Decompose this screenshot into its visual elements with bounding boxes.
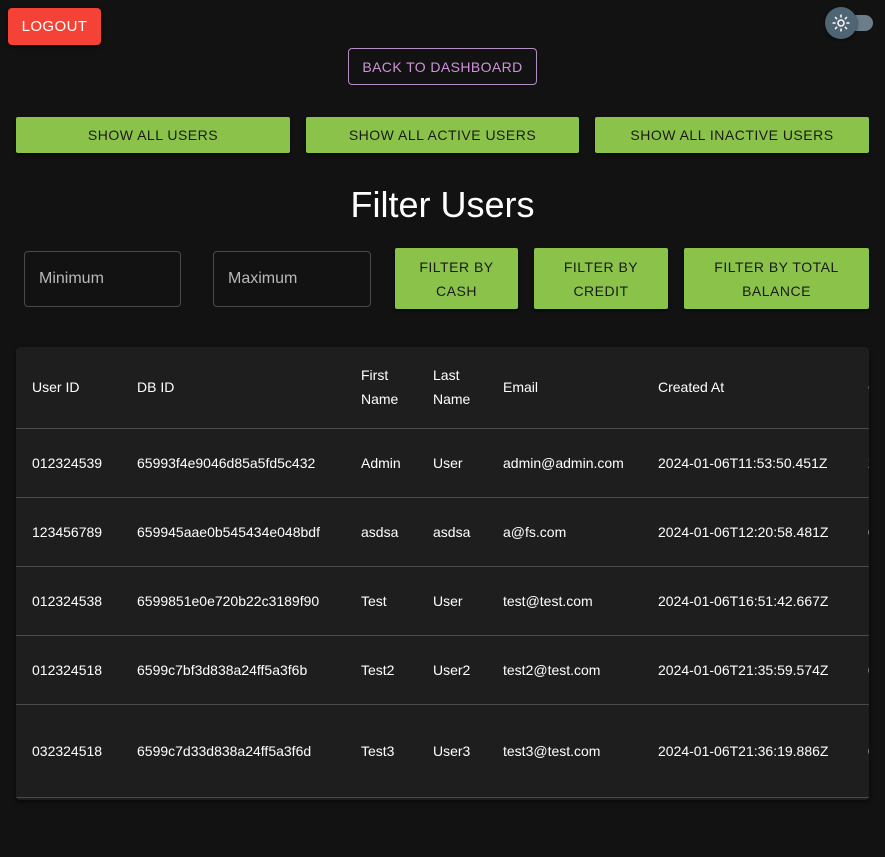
- column-header: Email: [487, 347, 642, 429]
- back-to-dashboard-button[interactable]: BACK TO DASHBOARD: [348, 48, 537, 85]
- last-name-cell: asdsa: [417, 497, 487, 567]
- last-name-cell: User: [417, 566, 487, 636]
- table-row[interactable]: 032324518 6599c7d33d838a24ff5a3f6d Test3…: [16, 704, 869, 798]
- db-id-cell: 6599c7bf3d838a24ff5a3f6b: [121, 635, 345, 705]
- minimum-placeholder: Minimum: [39, 270, 104, 287]
- db-id-cell: 659945aae0b545434e048bdf: [121, 497, 345, 567]
- db-id-cell: 6599851e0e720b22c3189f90: [121, 566, 345, 636]
- show-inactive-users-button[interactable]: SHOW ALL INACTIVE USERS: [595, 117, 869, 153]
- db-id-cell: 6599c7d33d838a24ff5a3f6d: [121, 704, 345, 798]
- created-at-cell: 2024-01-06T12:20:58.481Z: [642, 497, 852, 567]
- extra-cell: 0: [852, 497, 869, 567]
- table-header-row: User ID DB ID First Name Last Name Email…: [16, 347, 869, 429]
- first-name-cell: Test: [345, 566, 417, 636]
- column-header: Last Name: [417, 347, 487, 429]
- created-at-cell: 2024-01-06T21:36:19.886Z: [642, 704, 852, 798]
- created-at-cell: 2024-01-06T11:53:50.451Z: [642, 428, 852, 498]
- table-row[interactable]: 012324539 65993f4e9046d85a5fd5c432 Admin…: [16, 428, 869, 498]
- filter-by-cash-button[interactable]: FILTER BY CASH: [395, 248, 518, 309]
- email-cell: a@fs.com: [487, 497, 642, 567]
- email-cell: test2@test.com: [487, 635, 642, 705]
- last-name-cell: User: [417, 428, 487, 498]
- email-cell: test@test.com: [487, 566, 642, 636]
- page-title: Filter Users: [350, 184, 535, 225]
- table-row[interactable]: 012324538 6599851e0e720b22c3189f90 Test …: [16, 566, 869, 636]
- users-table: User ID DB ID First Name Last Name Email…: [16, 347, 869, 798]
- logout-button[interactable]: LOGOUT: [8, 8, 101, 45]
- extra-cell: 0: [852, 704, 869, 798]
- first-name-cell: Test3: [345, 704, 417, 798]
- user-id-cell: 012324539: [16, 428, 121, 498]
- db-id-cell: 65993f4e9046d85a5fd5c432: [121, 428, 345, 498]
- users-table-container: User ID DB ID First Name Last Name Email…: [16, 347, 869, 800]
- column-header: First Name: [345, 347, 417, 429]
- show-all-users-button[interactable]: SHOW ALL USERS: [16, 117, 290, 153]
- column-header: User ID: [16, 347, 121, 429]
- filter-by-total-balance-button[interactable]: FILTER BY TOTAL BALANCE: [684, 248, 869, 309]
- created-at-cell: 2024-01-06T21:35:59.574Z: [642, 635, 852, 705]
- toggle-thumb[interactable]: [825, 7, 857, 39]
- email-cell: test3@test.com: [487, 704, 642, 798]
- maximum-placeholder: Maximum: [228, 270, 298, 287]
- extra-cell: 0: [852, 635, 869, 705]
- email-cell: admin@admin.com: [487, 428, 642, 498]
- column-header: C: [852, 347, 869, 429]
- created-at-cell: 2024-01-06T16:51:42.667Z: [642, 566, 852, 636]
- user-id-cell: 012324518: [16, 635, 121, 705]
- user-id-cell: 012324538: [16, 566, 121, 636]
- last-name-cell: User2: [417, 635, 487, 705]
- column-header: DB ID: [121, 347, 345, 429]
- extra-cell: [852, 566, 869, 636]
- first-name-cell: asdsa: [345, 497, 417, 567]
- filter-by-credit-button[interactable]: FILTER BY CREDIT: [534, 248, 668, 309]
- user-id-cell: 123456789: [16, 497, 121, 567]
- maximum-input[interactable]: Maximum: [213, 251, 371, 307]
- admin-users-page: LOGOUT BACK TO DASHBOARD SHOW ALL USERS …: [0, 0, 885, 857]
- show-active-users-button[interactable]: SHOW ALL ACTIVE USERS: [306, 117, 579, 153]
- table-row[interactable]: 012324518 6599c7bf3d838a24ff5a3f6b Test2…: [16, 635, 869, 705]
- user-id-cell: 032324518: [16, 704, 121, 798]
- theme-toggle[interactable]: [825, 7, 875, 39]
- first-name-cell: Test2: [345, 635, 417, 705]
- first-name-cell: Admin: [345, 428, 417, 498]
- minimum-input[interactable]: Minimum: [24, 251, 181, 307]
- sun-icon: [832, 14, 850, 32]
- column-header: Created At: [642, 347, 852, 429]
- extra-cell: 2: [852, 428, 869, 498]
- last-name-cell: User3: [417, 704, 487, 798]
- table-row[interactable]: 123456789 659945aae0b545434e048bdf asdsa…: [16, 497, 869, 567]
